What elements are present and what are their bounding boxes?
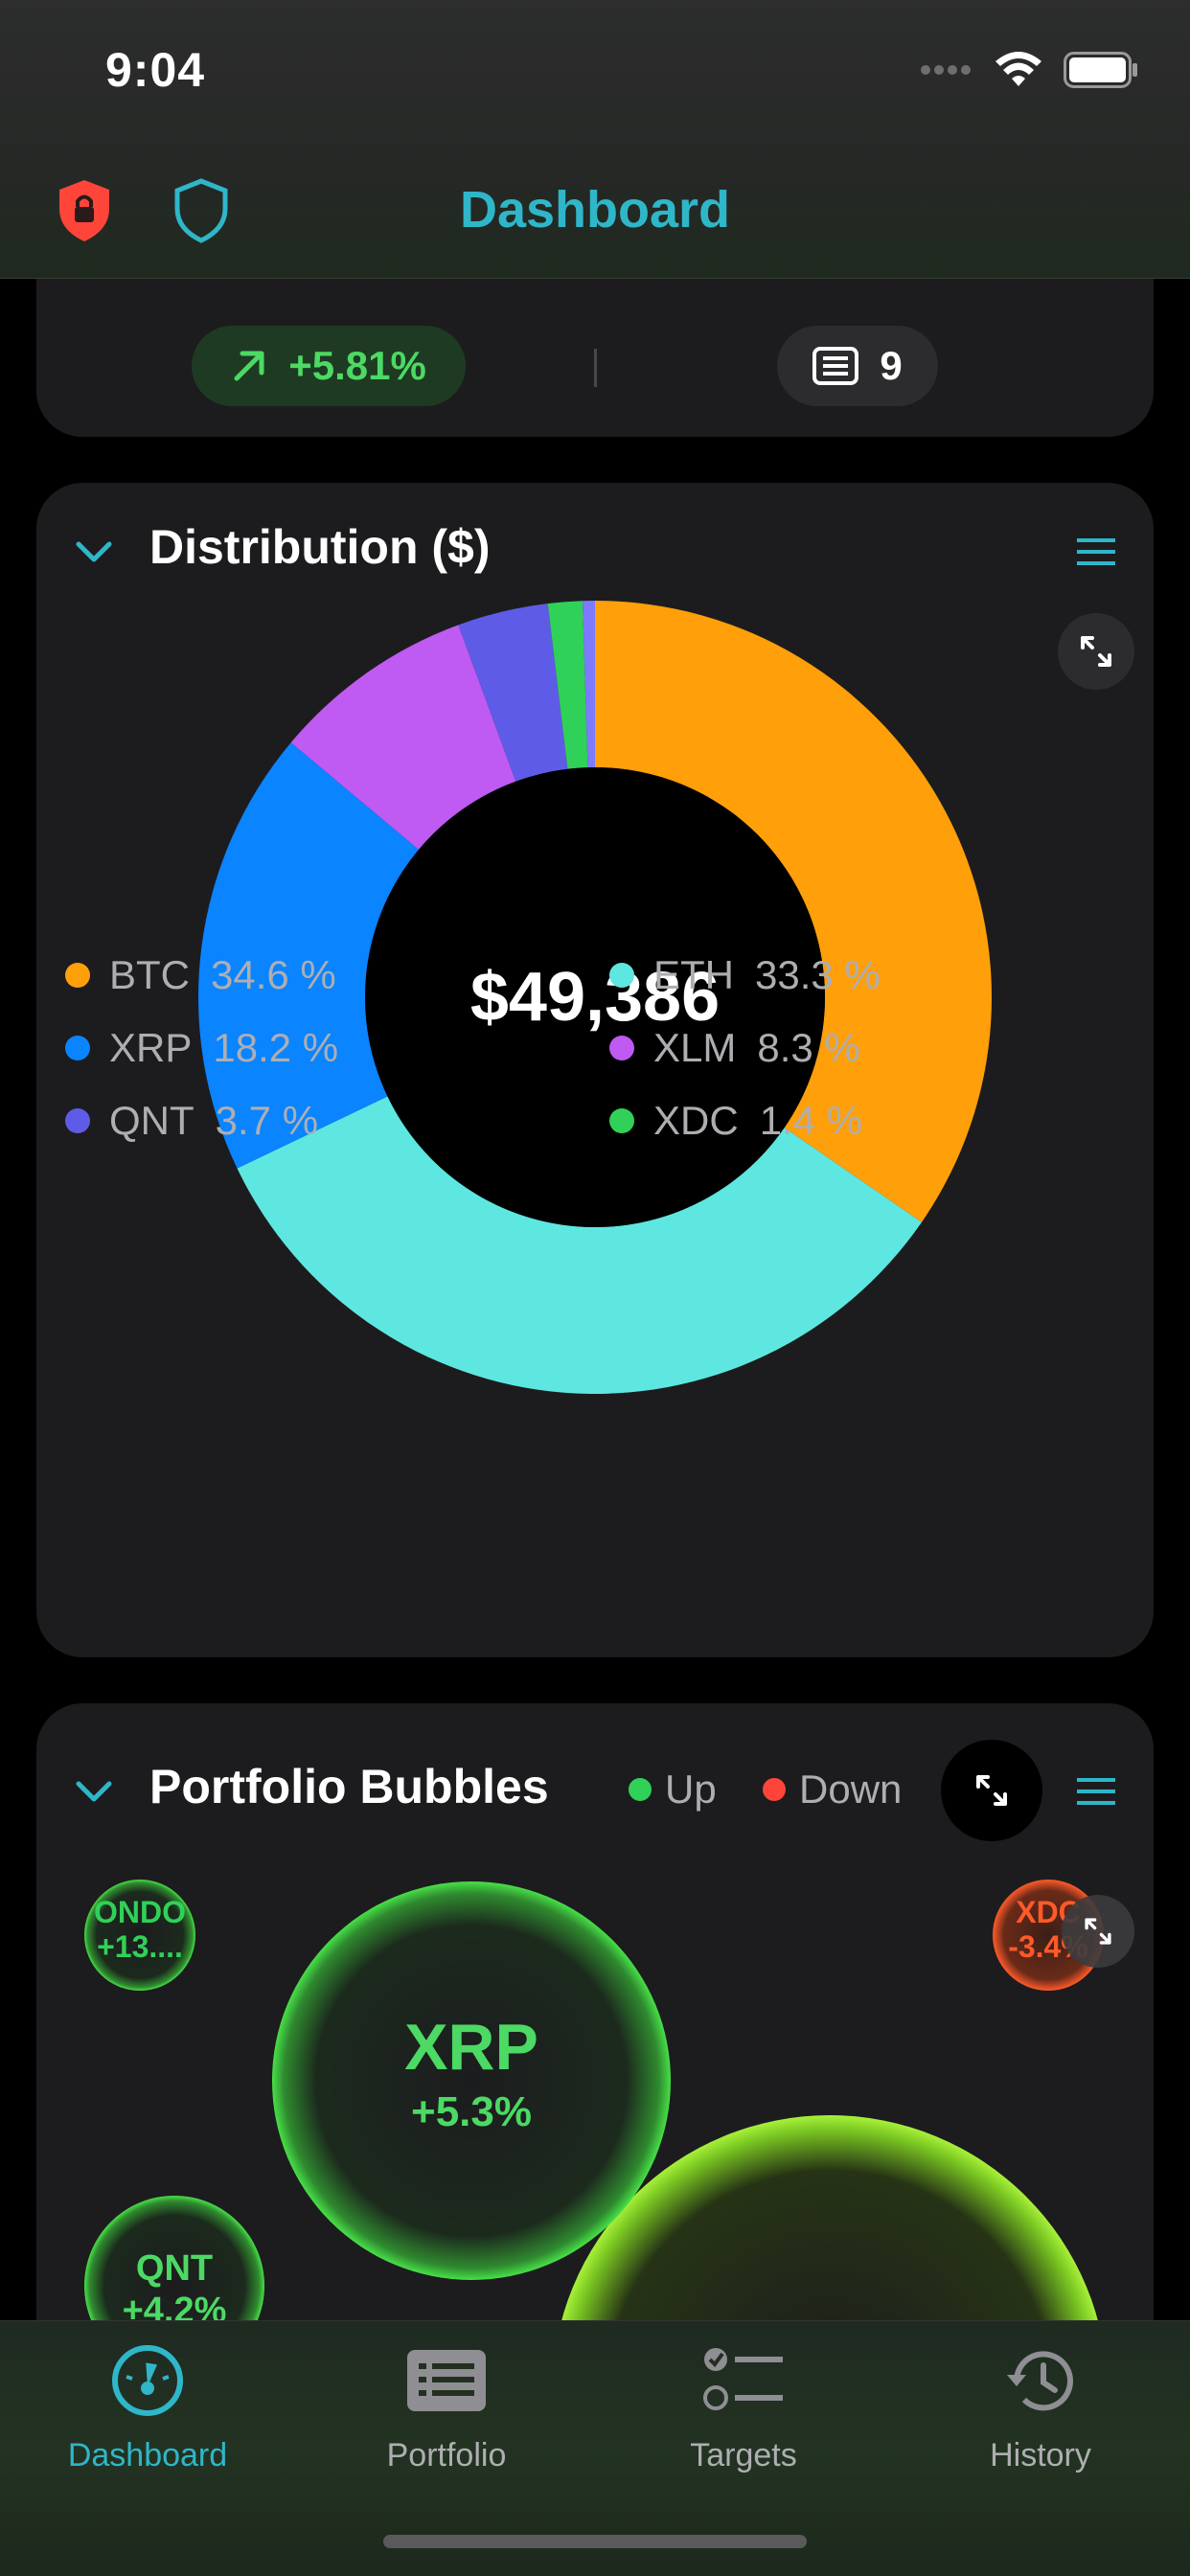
expand-bubble-button[interactable] [1062,1895,1134,1968]
arrow-up-right-icon [234,351,264,381]
legend-item-xdc: XDC 1.4 % [609,1098,862,1144]
page-title: Dashboard [459,181,731,239]
status-icons [920,52,1138,88]
divider [594,349,597,387]
legend-item-xlm: XLM 8.3 % [609,1025,860,1071]
tab-dashboard-label: Dashboard [67,2437,228,2473]
count-badge[interactable]: 9 [777,326,938,406]
legend-dot [609,963,634,988]
legend-symbol: BTC [109,952,190,997]
tab-portfolio[interactable]: Portfolio [341,2342,552,2474]
distribution-donut-chart [198,601,993,1394]
legend-percent: 1.4 % [759,1098,863,1143]
tab-dashboard[interactable]: Dashboard [42,2342,253,2474]
distribution-card: Distribution ($) $49,386 BTC 34.6 % ETH 33.… [36,483,1154,1657]
status-time: 9:04 [105,43,206,97]
legend-dot [609,1036,634,1060]
legend-item-eth: ETH 33.3 % [609,952,881,998]
history-icon [1007,2351,1073,2411]
legend-percent: 34.6 % [211,952,336,997]
legend-dot [609,1108,634,1133]
legend-symbol: QNT [109,1098,195,1143]
tab-history[interactable]: History [935,2342,1146,2474]
bubble-xrp-change: +5.3% [411,2088,532,2135]
tab-targets[interactable]: Targets [638,2342,849,2474]
legend-percent: 3.7 % [215,1098,319,1143]
gauge-icon [112,2345,183,2416]
change-badge[interactable]: +5.81% [192,326,466,406]
legend-symbol: XLM [653,1025,737,1070]
legend-symbol: XRP [109,1025,193,1070]
bubble-xrp-symbol: XRP [404,2011,538,2084]
bubble-qnt-label: QNT +4.2% [84,2247,264,2332]
count-value: 9 [880,343,903,388]
bubble-qnt-symbol: QNT [135,2248,214,2289]
bubble-xrp-label: XRP +5.3% [272,2010,671,2136]
tab-history-label: History [990,2437,1091,2473]
battery-icon [1064,52,1137,88]
legend-percent: 8.3 % [757,1025,860,1070]
change-value: +5.81% [288,343,426,388]
legend-symbol: ETH [653,952,734,997]
bubble-ondo-change: +13.... [97,1929,183,1964]
expand-icon [1085,1918,1111,1945]
bubble-ondo-symbol: ONDO [94,1895,186,1929]
legend-dot [65,963,90,988]
legend-item-xrp: XRP 18.2 % [65,1025,338,1071]
legend-percent: 18.2 % [213,1025,339,1070]
legend-percent: 33.3 % [755,952,881,997]
list-icon [407,2350,486,2411]
tab-portfolio-label: Portfolio [386,2437,507,2473]
navigation-bar: 9:04 Dashboard [0,0,1190,279]
wifi-icon [995,52,1041,86]
legend-dot [65,1108,90,1133]
checklist-icon [703,2348,783,2410]
bubble-ondo-label: ONDO +13.... [84,1895,195,1964]
legend-item-qnt: QNT 3.7 % [65,1098,318,1144]
list-icon [812,347,859,385]
legend-symbol: XDC [653,1098,739,1143]
legend-item-btc: BTC 34.6 % [65,952,336,998]
cellular-icon [921,65,971,75]
tab-targets-label: Targets [690,2437,797,2473]
home-indicator [383,2535,807,2548]
legend-dot [65,1036,90,1060]
